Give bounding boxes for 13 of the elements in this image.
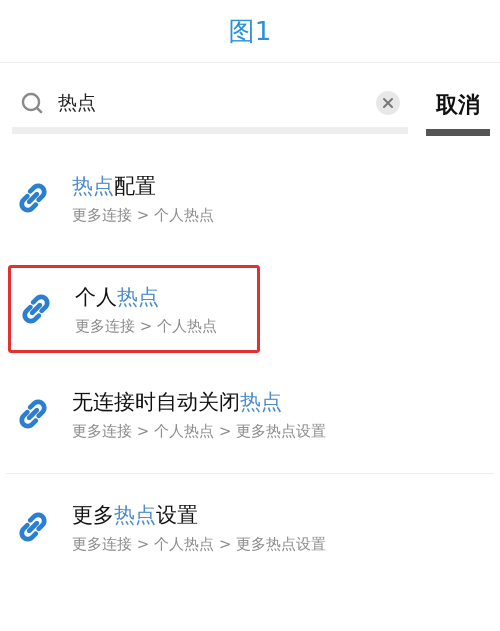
clear-icon[interactable] <box>376 91 400 115</box>
figure-title: 图1 <box>228 16 272 48</box>
result-path: 更多连接 > 个人热点 > 更多热点设置 <box>72 422 326 440</box>
cancel-button[interactable]: 取消 <box>426 81 490 136</box>
result-title[interactable]: 更多热点设置 <box>72 500 326 528</box>
result-title[interactable]: 热点配置 <box>72 172 214 200</box>
result-path: 更多连接 > 个人热点 <box>75 316 218 336</box>
result-path: 更多连接 > 个人热点 <box>72 206 214 224</box>
result-title[interactable]: 个人热点 <box>75 282 218 310</box>
result-title[interactable]: 无连接时自动关闭热点 <box>72 388 326 416</box>
search-field[interactable]: 热点 <box>58 92 362 114</box>
result-path: 更多连接 > 个人热点 > 更多热点设置 <box>72 534 326 554</box>
search-icon <box>20 91 44 115</box>
